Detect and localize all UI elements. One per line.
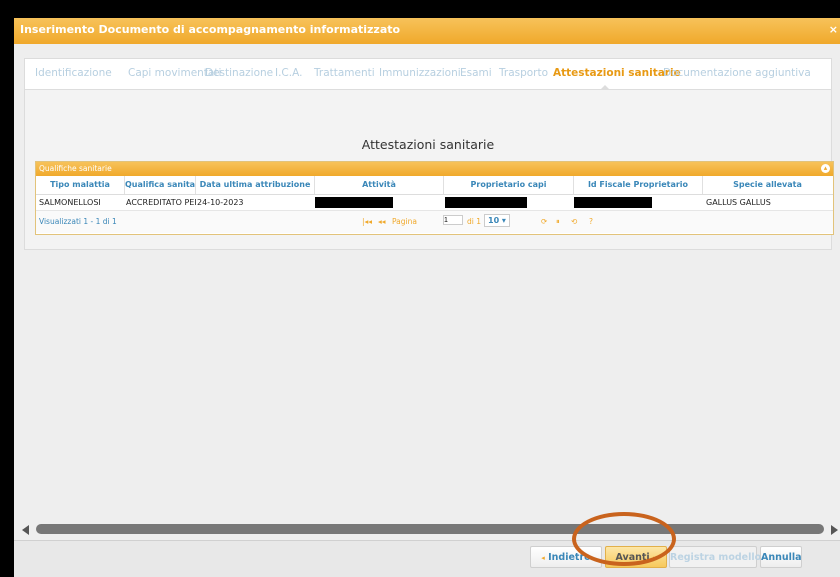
qualifiche-grid: Qualifiche sanitarie ▴ Tipo malattia Qua… — [35, 161, 834, 235]
redacted-id-fiscale — [574, 197, 652, 208]
tab-documentazione-aggiuntiva[interactable]: Documentazione aggiuntiva — [663, 67, 811, 79]
tab-ica[interactable]: I.C.A. — [275, 67, 302, 79]
next-button-label: Avanti — [615, 552, 650, 563]
grid-caption-label: Qualifiche sanitarie — [39, 164, 112, 173]
redacted-proprietario — [445, 197, 527, 208]
collapse-icon[interactable]: ▴ — [821, 164, 830, 173]
help-icon[interactable]: ? — [589, 217, 593, 226]
table-row[interactable]: SALMONELLOSI ACCREDITATO PER II 24-10-20… — [36, 195, 833, 211]
grid-caption: Qualifiche sanitarie ▴ — [36, 162, 833, 176]
column-header[interactable]: Attività — [315, 176, 444, 194]
page-input[interactable] — [443, 215, 463, 225]
tab-immunizzazioni[interactable]: Immunizzazioni — [379, 67, 461, 79]
cell-tipo-malattia: SALMONELLOSI — [39, 198, 101, 207]
scroll-right-icon[interactable] — [831, 525, 838, 535]
cell-data: 24-10-2023 — [197, 198, 244, 207]
cell-qualifica: ACCREDITATO PER II — [126, 198, 196, 207]
tab-bar: Identificazione Capi movimentati Destina… — [25, 59, 831, 90]
section-title: Attestazioni sanitarie — [361, 137, 495, 152]
pager-info: Visualizzati 1 - 1 di 1 — [39, 217, 117, 226]
grid-pager: Visualizzati 1 - 1 di 1 |◂◂ ◂◂ Pagina di… — [36, 211, 833, 233]
column-header[interactable]: Specie allevata — [703, 176, 832, 194]
dialog-footer: ◂ Indietro Avanti ▸ Registra modello Ann… — [14, 540, 840, 577]
tab-trattamenti[interactable]: Trattamenti — [314, 67, 375, 79]
active-tab-indicator — [600, 85, 610, 90]
scrollbar-thumb[interactable] — [36, 524, 824, 534]
dialog-titlebar[interactable]: Inserimento Documento di accompagnamento… — [14, 18, 840, 44]
column-header[interactable]: Qualifica sanitaria — [125, 176, 196, 194]
tab-esami[interactable]: Esami — [460, 67, 492, 79]
tab-trasporto[interactable]: Trasporto — [499, 67, 548, 79]
tab-identificazione[interactable]: Identificazione — [35, 67, 112, 79]
first-page-icon[interactable]: |◂◂ — [362, 217, 372, 226]
column-header[interactable]: Data ultima attribuzione — [196, 176, 315, 194]
save-model-button[interactable]: Registra modello — [669, 546, 761, 568]
back-button[interactable]: ◂ Indietro — [530, 546, 602, 568]
tab-destinazione[interactable]: Destinazione — [205, 67, 273, 79]
column-header[interactable]: Proprietario capi — [444, 176, 574, 194]
pause-icon[interactable]: ⏸ — [556, 217, 560, 227]
back-button-label: Indietro — [548, 552, 591, 563]
cancel-button[interactable]: Annulla — [760, 546, 802, 568]
prev-page-icon[interactable]: ◂◂ — [378, 217, 386, 226]
horizontal-scrollbar[interactable] — [14, 520, 840, 538]
column-header[interactable]: Id Fiscale Proprietario — [574, 176, 703, 194]
page-size-select[interactable]: 10 ▾ — [484, 214, 510, 227]
cell-specie: GALLUS GALLUS — [706, 198, 771, 207]
refresh-icon[interactable]: ⟳ — [541, 217, 547, 226]
page-of-label: di 1 — [467, 217, 482, 226]
dialog-title: Inserimento Documento di accompagnamento… — [20, 23, 401, 36]
dialog-content: Identificazione Capi movimentati Destina… — [24, 58, 834, 250]
arrow-right-icon: ▸ — [652, 554, 657, 562]
reset-icon[interactable]: ⟲ — [571, 217, 577, 226]
redacted-attivita — [315, 197, 393, 208]
close-icon[interactable]: × — [829, 23, 838, 36]
arrow-left-icon: ◂ — [541, 554, 545, 562]
tab-attestazioni-sanitarie[interactable]: Attestazioni sanitarie — [553, 67, 681, 79]
next-button[interactable]: Avanti ▸ — [605, 546, 667, 568]
page-label: Pagina — [392, 217, 417, 226]
column-header[interactable]: Tipo malattia — [36, 176, 125, 194]
grid-header: Tipo malattia Qualifica sanitaria Data u… — [36, 176, 833, 195]
document-dialog: Inserimento Documento di accompagnamento… — [14, 18, 840, 577]
scroll-left-icon[interactable] — [22, 525, 29, 535]
